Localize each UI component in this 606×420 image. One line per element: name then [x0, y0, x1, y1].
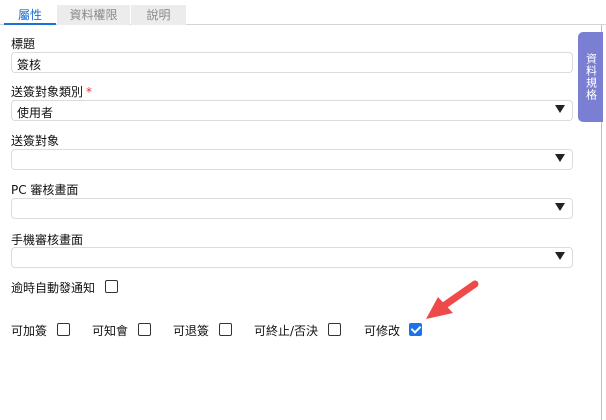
- option-return-label: 可退簽: [173, 324, 210, 338]
- option-notify-label: 可知會: [92, 324, 129, 338]
- recipient-type-select[interactable]: 使用者: [11, 100, 573, 121]
- mobile-page-select[interactable]: [11, 247, 573, 268]
- recipient-select[interactable]: [11, 149, 573, 170]
- mobile-page-label: 手機審核畫面: [11, 233, 84, 247]
- pc-page-select[interactable]: [11, 198, 573, 219]
- option-add-signer-checkbox[interactable]: [57, 323, 70, 336]
- option-add-signer-label: 可加簽: [11, 324, 48, 338]
- option-terminate-checkbox[interactable]: [328, 323, 341, 336]
- caret-down-icon: [555, 203, 565, 211]
- tab-description[interactable]: 說明: [131, 5, 186, 25]
- recipient-type-label: 送簽對象類別 *: [11, 85, 93, 99]
- option-edit-label: 可修改: [364, 324, 401, 338]
- tab-bar: 屬性 資料權限 說明: [0, 0, 606, 25]
- title-label: 標題: [11, 37, 36, 51]
- option-notify-checkbox[interactable]: [138, 323, 151, 336]
- title-input[interactable]: 簽核: [11, 52, 573, 73]
- caret-down-icon: [555, 252, 565, 260]
- recipient-type-value: 使用者: [17, 106, 54, 120]
- tab-properties[interactable]: 屬性: [4, 5, 56, 25]
- caret-down-icon: [555, 154, 565, 162]
- required-marker: *: [86, 85, 93, 99]
- tab-data-permissions[interactable]: 資料權限: [57, 5, 130, 25]
- option-return-checkbox[interactable]: [219, 323, 232, 336]
- properties-panel: 標題 簽核 送簽對象類別 * 使用者 送簽對象 PC 審核畫面 手機審核畫面 逾時…: [0, 25, 602, 420]
- overdue-notify-label: 逾時自動發通知: [11, 281, 96, 295]
- overdue-notify-checkbox[interactable]: [105, 280, 118, 293]
- red-arrow-icon: [426, 280, 479, 319]
- recipient-label: 送簽對象: [11, 134, 60, 148]
- pc-page-label: PC 審核畫面: [11, 183, 79, 197]
- option-terminate-label: 可終止/否決: [254, 324, 319, 338]
- data-spec-side-tab[interactable]: 資料規格: [578, 32, 603, 122]
- caret-down-icon: [555, 105, 565, 113]
- title-value: 簽核: [17, 58, 42, 72]
